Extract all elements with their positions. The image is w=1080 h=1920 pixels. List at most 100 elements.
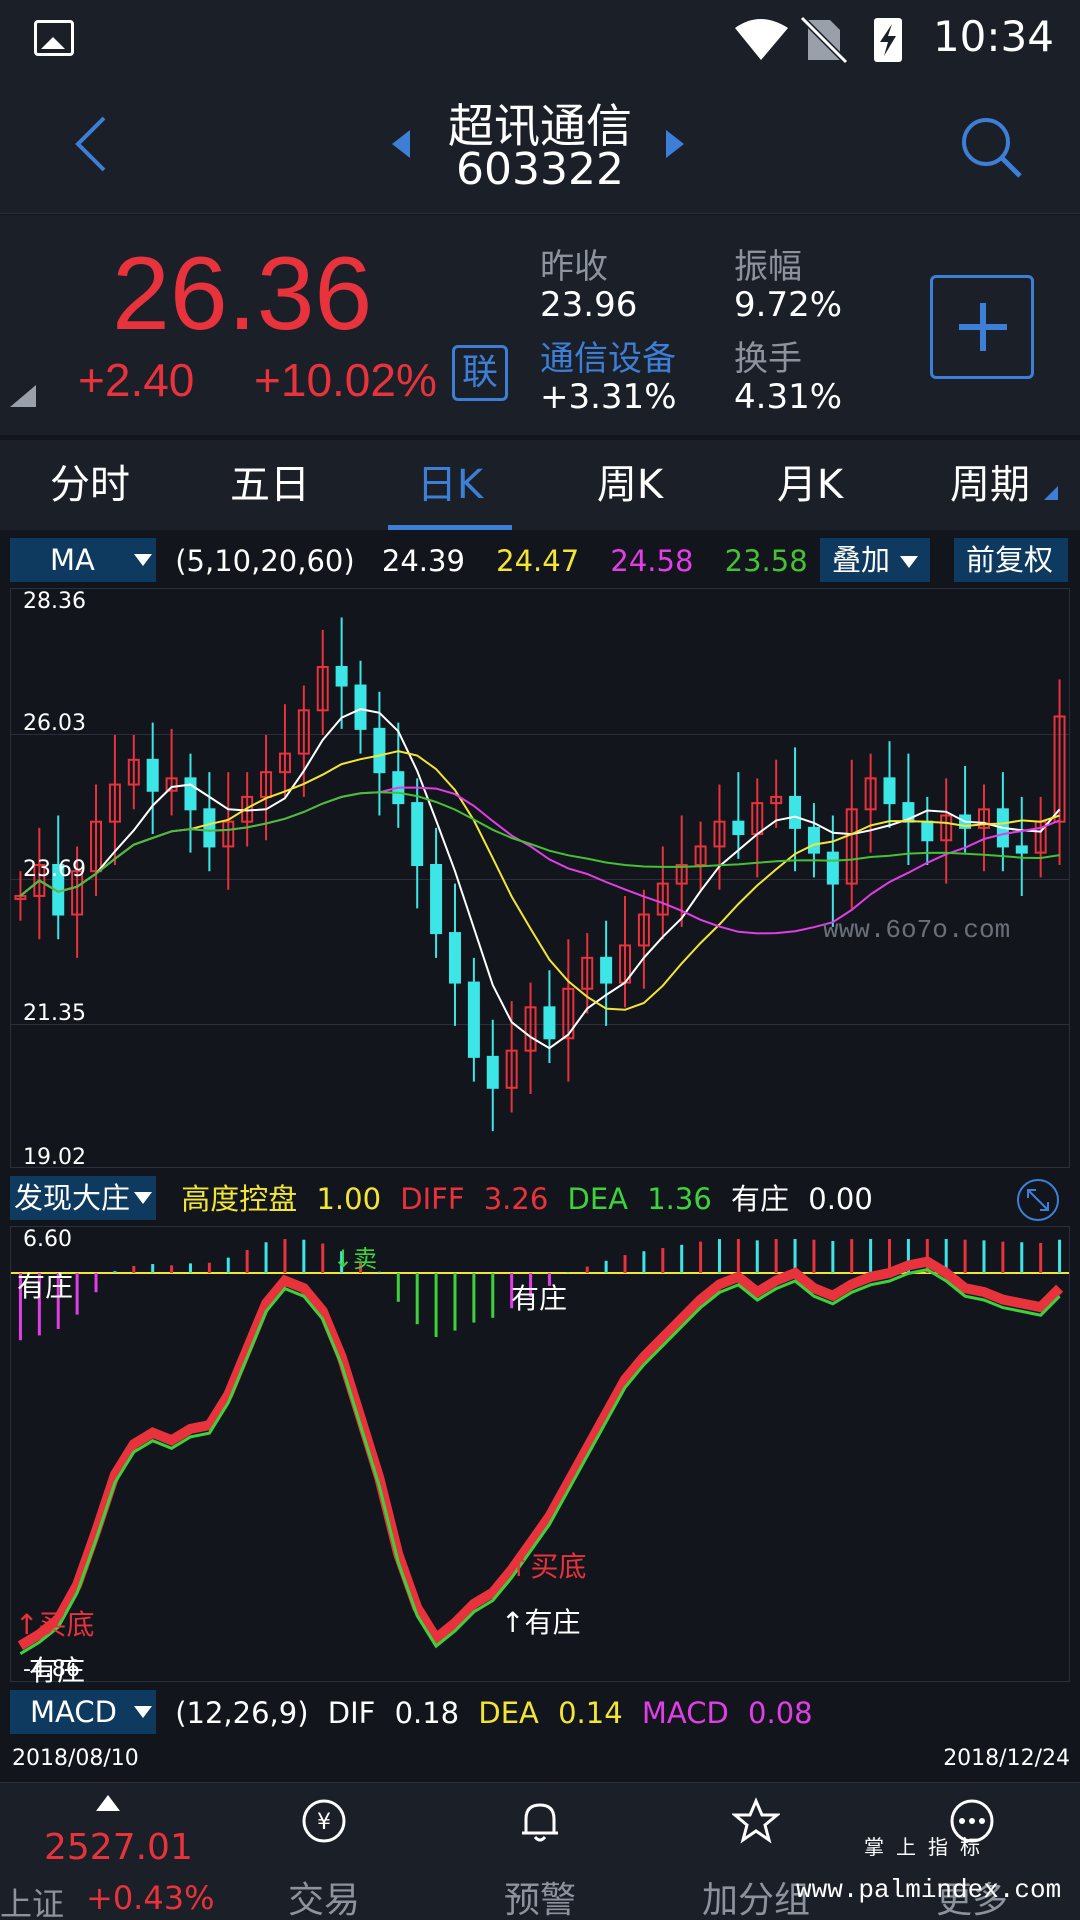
nav-alert-label: 预警 xyxy=(503,1880,576,1920)
index-value: 2527.01 xyxy=(44,1827,193,1868)
watermark-brand: 掌 上 指 标 xyxy=(864,1838,981,1861)
price-change-pct: +10.02% xyxy=(254,354,437,406)
nav-trade-label: 交易 xyxy=(287,1880,360,1920)
start-date: 2018/08/10 xyxy=(12,1746,139,1771)
macd-value: 0.08 xyxy=(748,1696,813,1730)
macd-dea-label: DEA xyxy=(478,1696,539,1730)
indicator-name: 高度控盘 xyxy=(181,1182,298,1216)
label-buy-bottom-left: ↑买底 xyxy=(15,1608,95,1641)
zhuang-label: 有庄 xyxy=(731,1182,790,1216)
dif-value: 0.18 xyxy=(394,1696,460,1730)
chevron-down-icon xyxy=(134,1706,152,1718)
axis-level-2: 26.03 xyxy=(23,711,86,736)
bell-icon xyxy=(522,1803,558,1842)
chevron-down-icon xyxy=(134,1192,152,1204)
ma-params: (5,10,20,60) xyxy=(175,544,355,578)
axis-level-3: 23.69 xyxy=(23,857,86,882)
macd-label: MACD xyxy=(641,1696,729,1730)
tab-monthly-k[interactable]: 月K xyxy=(720,440,900,530)
tab-intraday[interactable]: 分时 xyxy=(0,440,180,530)
watermark-palmindex: www.palmindex.com xyxy=(796,1875,1062,1905)
prev-close-value: 23.96 xyxy=(540,285,638,325)
corner-triangle-icon xyxy=(10,385,36,407)
index-ticker[interactable]: 2527.01 上证 +0.43% xyxy=(0,1783,215,1920)
price-change: +2.40 xyxy=(78,354,195,406)
search-icon[interactable] xyxy=(958,114,1024,180)
period-tabs: 分时 五日 日K 周K 月K 周期 xyxy=(0,440,1080,530)
tab-period-label: 周期 xyxy=(950,462,1030,508)
label-zhuang-bottom: 有庄 xyxy=(29,1654,86,1687)
watermark-site: www.6o7o.com xyxy=(823,915,1011,945)
ma-selector[interactable]: MA xyxy=(10,538,156,582)
indicator-bar: 发现大庄 高度控盘 1.00 DIFF 3.26 DEA 1.36 有庄 0.0… xyxy=(10,1176,1070,1222)
axis-level-4: 21.35 xyxy=(23,1001,86,1026)
amplitude-value: 9.72% xyxy=(734,285,843,325)
link-badge[interactable]: 联 xyxy=(452,345,508,401)
overlay-button[interactable]: 叠加 xyxy=(820,538,930,582)
indicator-selector[interactable]: 发现大庄 xyxy=(10,1176,156,1220)
tab-period[interactable]: 周期 xyxy=(900,440,1080,530)
kline-chart[interactable]: 28.36 26.03 23.69 21.35 19.02 www.6o7o.c… xyxy=(10,588,1070,1170)
macd-bar: MACD (12,26,9) DIF 0.18 DEA 0.14 MACD 0.… xyxy=(10,1690,1070,1736)
expand-icon[interactable] xyxy=(1016,1178,1060,1222)
dif-label: DIF xyxy=(327,1696,376,1730)
macd-dea-value: 0.14 xyxy=(558,1696,623,1730)
macd-selector[interactable]: MACD xyxy=(10,1690,156,1734)
dea-value: 1.36 xyxy=(647,1182,712,1216)
overlay-label: 叠加 xyxy=(832,543,891,577)
label-sell: ↓卖 xyxy=(333,1245,378,1273)
ma10-value: 24.47 xyxy=(496,544,580,578)
add-to-watchlist-button[interactable] xyxy=(930,275,1034,379)
no-sim-icon xyxy=(799,15,849,64)
arrow-up-icon xyxy=(96,1795,120,1811)
indicator-selector-label: 发现大庄 xyxy=(14,1181,131,1215)
dea-label: DEA xyxy=(567,1182,629,1216)
label-buy-bottom-mid: ↑买底 xyxy=(507,1550,587,1583)
turnover-value: 4.31% xyxy=(734,377,843,417)
macd-selector-label: MACD xyxy=(30,1695,117,1729)
prev-close-label: 昨收 xyxy=(540,247,608,287)
sector-change: +3.31% xyxy=(540,377,677,417)
trade-icon: ¥ xyxy=(302,1799,346,1843)
zhuang-value: 0.00 xyxy=(808,1182,873,1216)
amplitude-label: 振幅 xyxy=(734,247,802,287)
star-icon xyxy=(732,1797,780,1844)
axis-min: 19.02 xyxy=(23,1145,86,1170)
ma-selector-label: MA xyxy=(50,543,95,577)
index-pct: +0.43% xyxy=(86,1879,215,1917)
tab-daily-k[interactable]: 日K xyxy=(360,440,540,530)
indicator-chart[interactable]: 6.60 -4.86 有庄 有庄 ↓卖 ↑买底 ↑买底 ↑有庄 有庄 xyxy=(10,1226,1070,1687)
quote-panel: 26.36 +2.40 +10.02% 联 昨收 23.96 通信设备 +3.3… xyxy=(0,215,1080,435)
next-stock-icon[interactable] xyxy=(666,130,684,158)
date-range: 2018/08/10 2018/12/24 xyxy=(0,1742,1080,1778)
diff-value: 3.26 xyxy=(483,1182,549,1216)
svg-text:¥: ¥ xyxy=(317,1810,331,1835)
macd-params: (12,26,9) xyxy=(175,1696,309,1730)
chevron-down-icon xyxy=(134,554,152,566)
ma60-value: 23.58 xyxy=(724,544,808,578)
status-icons xyxy=(735,15,902,64)
indicator-name-value: 1.00 xyxy=(316,1182,382,1216)
label-zhuang-up: ↑有庄 xyxy=(501,1606,581,1639)
label-zhuang-left: 有庄 xyxy=(17,1270,74,1303)
period-corner-icon xyxy=(1044,486,1058,500)
tab-weekly-k[interactable]: 周K xyxy=(540,440,720,530)
turnover-label: 换手 xyxy=(734,339,802,379)
wifi-icon xyxy=(735,19,788,60)
bottom-nav: 2527.01 上证 +0.43% ¥ 交易 预警 加分组 更多 掌 上 指 标… xyxy=(0,1782,1080,1920)
end-date: 2018/12/24 xyxy=(943,1746,1070,1771)
status-bar: 10:34 xyxy=(0,0,1080,78)
clock: 10:34 xyxy=(932,12,1054,61)
diff-label: DIFF xyxy=(400,1182,465,1216)
stock-code: 603322 xyxy=(456,144,624,195)
battery-charging-icon xyxy=(874,18,902,62)
sector-name[interactable]: 通信设备 xyxy=(540,331,676,380)
nav-alert[interactable]: 预警 xyxy=(450,1783,630,1920)
ma5-value: 24.39 xyxy=(381,544,465,578)
ma-bar: MA (5,10,20,60) 24.39 24.47 24.58 23.58 … xyxy=(10,538,1070,584)
tab-five-day[interactable]: 五日 xyxy=(180,440,360,530)
axis-max: 28.36 xyxy=(23,589,86,614)
adjust-button[interactable]: 前复权 xyxy=(954,538,1068,582)
last-price: 26.36 xyxy=(112,236,373,352)
nav-trade[interactable]: ¥ 交易 xyxy=(234,1783,414,1920)
